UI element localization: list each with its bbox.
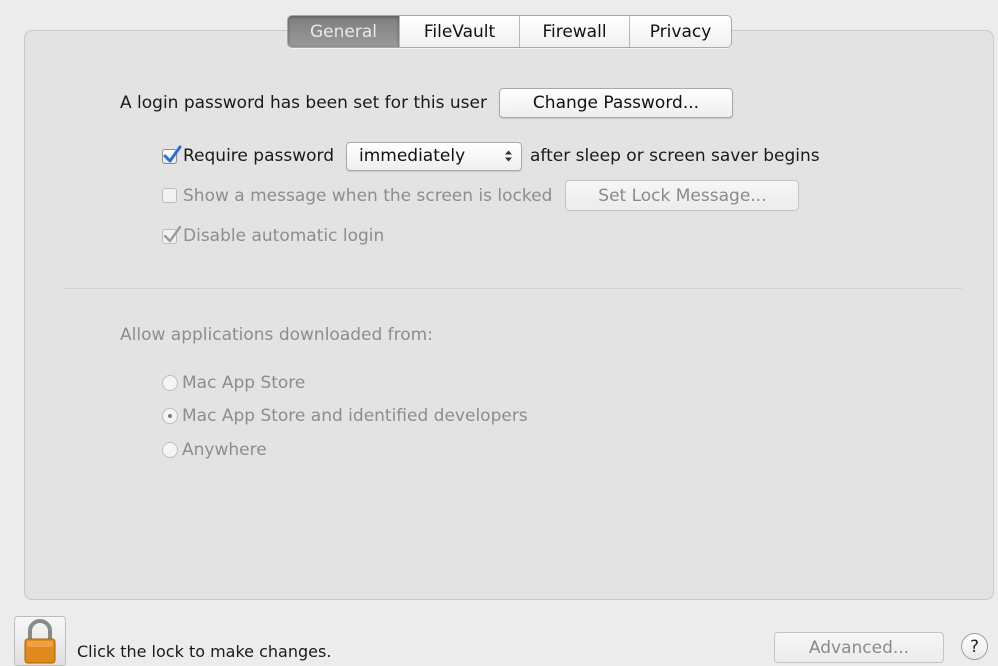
- lock-message-row: Show a message when the screen is locked…: [162, 180, 800, 211]
- help-button[interactable]: ?: [961, 633, 988, 660]
- set-lock-message-button[interactable]: Set Lock Message...: [565, 180, 800, 211]
- require-password-label: Require password: [183, 146, 334, 166]
- disable-auto-login-label: Disable automatic login: [183, 226, 385, 246]
- tab-filevault[interactable]: FileVault: [399, 16, 519, 47]
- auto-login-row: Disable automatic login: [162, 222, 384, 250]
- tab-general[interactable]: General: [288, 16, 399, 47]
- radio-label: Mac App Store: [182, 373, 306, 393]
- show-lock-message-label: Show a message when the screen is locked: [183, 185, 553, 206]
- password-row: A login password has been set for this u…: [120, 88, 733, 118]
- checkmark-icon: [163, 225, 182, 242]
- radio-option-anywhere[interactable]: Anywhere: [162, 437, 267, 463]
- up-down-arrows-icon: [504, 150, 512, 162]
- radio-label: Anywhere: [182, 440, 267, 460]
- question-mark-icon: ?: [969, 636, 980, 657]
- padlock-icon: [24, 619, 56, 664]
- radio-label: Mac App Store and identified developers: [182, 406, 528, 426]
- tab-bar: General FileVault Firewall Privacy: [287, 15, 732, 48]
- change-password-button[interactable]: Change Password...: [498, 88, 733, 118]
- advanced-button[interactable]: Advanced...: [774, 632, 944, 663]
- downloads-heading: Allow applications downloaded from:: [120, 325, 433, 345]
- radio-button-selected[interactable]: [162, 408, 178, 424]
- section-divider: [64, 288, 962, 289]
- show-lock-message-checkbox[interactable]: [162, 188, 177, 203]
- tab-firewall[interactable]: Firewall: [519, 16, 629, 47]
- require-password-delay-select[interactable]: immediately: [345, 141, 522, 171]
- password-status-text: A login password has been set for this u…: [120, 93, 487, 113]
- require-password-row: Require password immediately after sleep…: [162, 141, 820, 171]
- disable-auto-login-checkbox[interactable]: [162, 225, 182, 244]
- lock-hint-text: Click the lock to make changes.: [77, 641, 332, 661]
- radio-option-identified-developers[interactable]: Mac App Store and identified developers: [162, 403, 528, 429]
- radio-option-mac-app-store[interactable]: Mac App Store: [162, 370, 305, 396]
- require-password-suffix: after sleep or screen saver begins: [529, 146, 820, 166]
- checkmark-icon: [163, 145, 182, 162]
- require-password-checkbox[interactable]: [162, 145, 182, 164]
- require-password-delay-value: immediately: [358, 146, 466, 166]
- lock-button[interactable]: [14, 616, 66, 666]
- tab-privacy[interactable]: Privacy: [629, 16, 731, 47]
- radio-button[interactable]: [162, 375, 178, 391]
- radio-button[interactable]: [162, 442, 178, 458]
